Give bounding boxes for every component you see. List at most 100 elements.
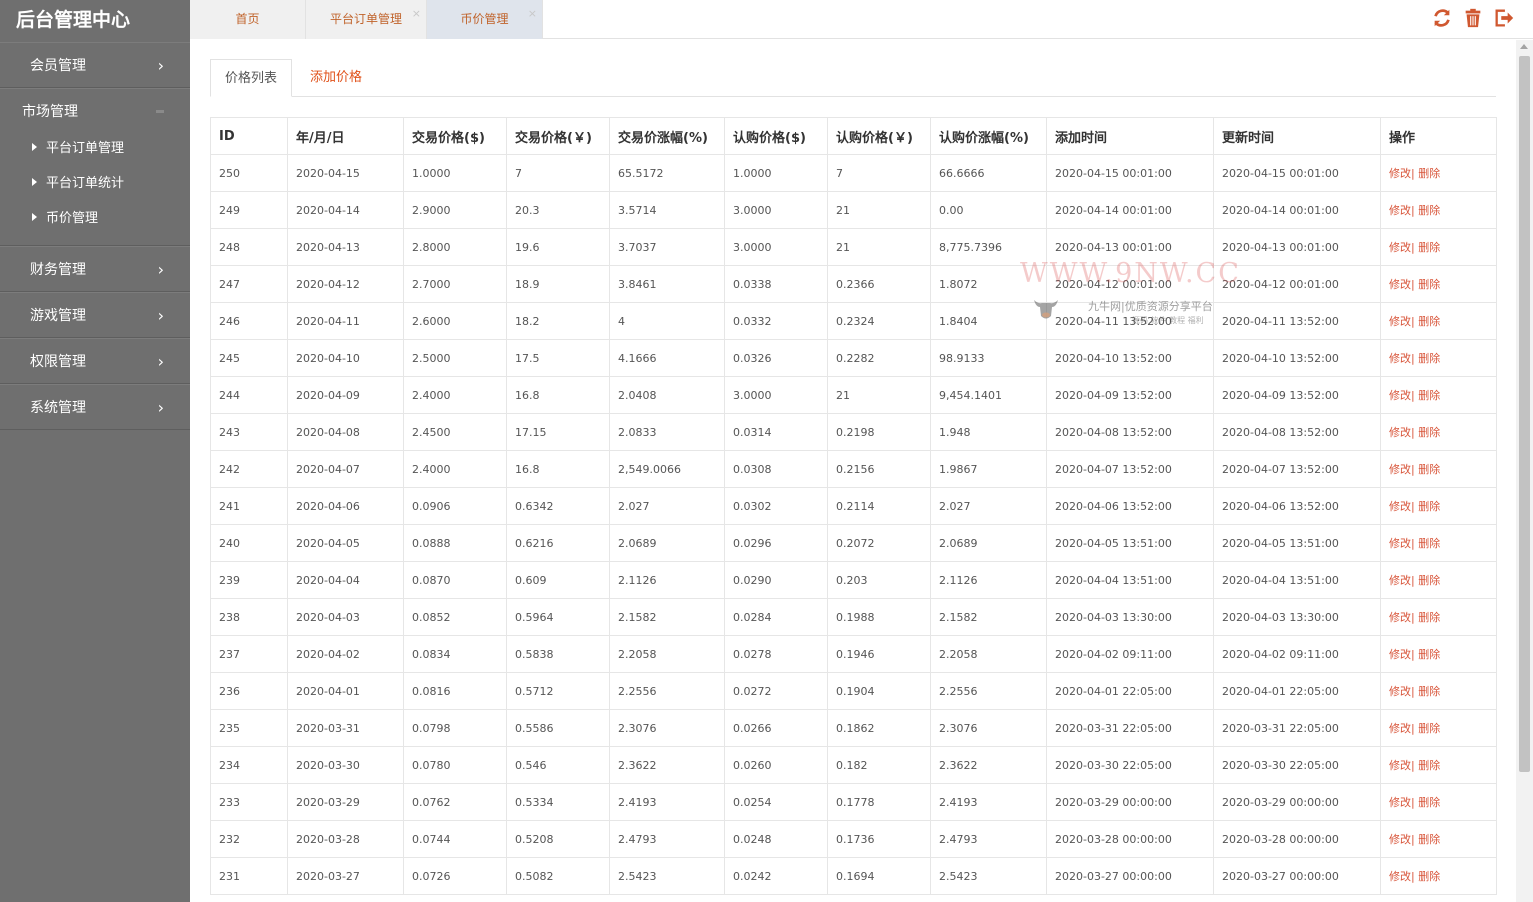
sidebar-subitem-order-stats[interactable]: 平台订单统计: [0, 169, 190, 204]
sidebar-item-system[interactable]: 系统管理 ›: [0, 384, 190, 430]
table-cell: 2020-04-03: [287, 598, 404, 636]
table-cell: 238: [210, 598, 288, 636]
scroll-up-icon[interactable]: [1520, 44, 1528, 49]
delete-link[interactable]: 删除: [1415, 278, 1440, 291]
table-cell: 2020-04-01 22:05:00: [1046, 672, 1214, 710]
table-cell: 0.0314: [724, 413, 828, 451]
close-icon[interactable]: ×: [412, 0, 421, 33]
logout-icon[interactable]: [1493, 7, 1515, 29]
tab-price-management[interactable]: 币价管理 ×: [427, 0, 543, 39]
refresh-icon[interactable]: [1431, 7, 1453, 29]
table-cell: 0.5586: [506, 709, 610, 747]
delete-link[interactable]: 删除: [1415, 389, 1440, 402]
edit-link[interactable]: 修改|: [1389, 389, 1415, 402]
edit-link[interactable]: 修改|: [1389, 574, 1415, 587]
sidebar-item-finance[interactable]: 财务管理 ›: [0, 246, 190, 292]
column-header: 交易价格($): [403, 117, 507, 155]
table-cell: 2020-04-08 13:52:00: [1046, 413, 1214, 451]
table-cell: 7: [827, 154, 931, 192]
sidebar-subitem-label: 币价管理: [46, 211, 99, 226]
table-cell: 2020-04-05 13:51:00: [1046, 524, 1214, 562]
table-cell: 2020-04-10: [287, 339, 404, 377]
edit-link[interactable]: 修改|: [1389, 759, 1415, 772]
delete-link[interactable]: 删除: [1415, 574, 1440, 587]
delete-link[interactable]: 删除: [1415, 648, 1440, 661]
close-icon[interactable]: ×: [528, 0, 537, 33]
delete-link[interactable]: 删除: [1415, 870, 1440, 883]
delete-link[interactable]: 删除: [1415, 833, 1440, 846]
edit-link[interactable]: 修改|: [1389, 278, 1415, 291]
app-title: 后台管理中心: [16, 9, 131, 31]
edit-link[interactable]: 修改|: [1389, 685, 1415, 698]
table-cell: 0.2282: [827, 339, 931, 377]
edit-link[interactable]: 修改|: [1389, 315, 1415, 328]
table-cell: 2.4193: [609, 783, 725, 821]
delete-link[interactable]: 删除: [1415, 685, 1440, 698]
sidebar-item-games[interactable]: 游戏管理 ›: [0, 292, 190, 338]
delete-link[interactable]: 删除: [1415, 204, 1440, 217]
subtab-add-price[interactable]: 添加价格: [306, 59, 366, 97]
delete-link[interactable]: 删除: [1415, 241, 1440, 254]
table-cell: 0.182: [827, 746, 931, 784]
table-cell: 2.2556: [930, 672, 1047, 710]
table-row: 245 2020-04-10 2.5000 17.5 4.1666 0.0326 0.228…: [210, 339, 1497, 377]
delete-link[interactable]: 删除: [1415, 500, 1440, 513]
edit-link[interactable]: 修改|: [1389, 870, 1415, 883]
table-cell: 2020-03-29 00:00:00: [1213, 783, 1381, 821]
edit-link[interactable]: 修改|: [1389, 537, 1415, 550]
table-cell: 244: [210, 376, 288, 414]
delete-link[interactable]: 删除: [1415, 463, 1440, 476]
delete-link[interactable]: 删除: [1415, 315, 1440, 328]
delete-link[interactable]: 删除: [1415, 722, 1440, 735]
edit-link[interactable]: 修改|: [1389, 833, 1415, 846]
table-cell: 7: [506, 154, 610, 192]
table-cell: 234: [210, 746, 288, 784]
table-cell: 1.8404: [930, 302, 1047, 340]
table-cell: 236: [210, 672, 288, 710]
delete-link[interactable]: 删除: [1415, 759, 1440, 772]
vertical-scrollbar[interactable]: [1516, 40, 1533, 902]
table-cell: 2020-04-13 00:01:00: [1213, 228, 1381, 266]
edit-link[interactable]: 修改|: [1389, 204, 1415, 217]
scrollbar-thumb[interactable]: [1519, 56, 1530, 772]
table-cell: 2020-03-31 22:05:00: [1213, 709, 1381, 747]
edit-link[interactable]: 修改|: [1389, 796, 1415, 809]
table-cell: 2.4000: [403, 376, 507, 414]
delete-link[interactable]: 删除: [1415, 611, 1440, 624]
sidebar-item-label: 系统管理: [30, 400, 86, 416]
edit-link[interactable]: 修改|: [1389, 167, 1415, 180]
table-cell: 0.1904: [827, 672, 931, 710]
sidebar-subitem-platform-orders[interactable]: 平台订单管理: [0, 134, 190, 169]
edit-link[interactable]: 修改|: [1389, 463, 1415, 476]
table-cell: 231: [210, 857, 288, 895]
sidebar-item-members[interactable]: 会员管理 ›: [0, 42, 190, 88]
edit-link[interactable]: 修改|: [1389, 611, 1415, 624]
table-row: 235 2020-03-31 0.0798 0.5586 2.3076 0.0266 0.1…: [210, 709, 1497, 747]
delete-link[interactable]: 删除: [1415, 537, 1440, 550]
sidebar-item-permissions[interactable]: 权限管理 ›: [0, 338, 190, 384]
edit-link[interactable]: 修改|: [1389, 426, 1415, 439]
collapse-icon: [156, 110, 164, 113]
delete-link[interactable]: 删除: [1415, 796, 1440, 809]
table-cell: 1.0000: [724, 154, 828, 192]
delete-link[interactable]: 删除: [1415, 167, 1440, 180]
edit-link[interactable]: 修改|: [1389, 500, 1415, 513]
table-cell: 2020-03-31: [287, 709, 404, 747]
trash-icon[interactable]: [1462, 7, 1484, 29]
sidebar-item-market[interactable]: 市场管理: [0, 88, 190, 134]
tab-home[interactable]: 首页: [190, 0, 306, 39]
tab-platform-orders[interactable]: 平台订单管理 ×: [306, 0, 427, 39]
delete-link[interactable]: 删除: [1415, 426, 1440, 439]
sidebar-subitem-price[interactable]: 币价管理: [0, 204, 190, 239]
action-cell: 修改| 删除: [1380, 820, 1497, 858]
table-cell: 2.3622: [930, 746, 1047, 784]
table-cell: 242: [210, 450, 288, 488]
subtab-price-list[interactable]: 价格列表: [210, 59, 292, 97]
table-cell: 0.0290: [724, 561, 828, 599]
edit-link[interactable]: 修改|: [1389, 241, 1415, 254]
edit-link[interactable]: 修改|: [1389, 722, 1415, 735]
edit-link[interactable]: 修改|: [1389, 648, 1415, 661]
table-cell: 98.9133: [930, 339, 1047, 377]
edit-link[interactable]: 修改|: [1389, 352, 1415, 365]
delete-link[interactable]: 删除: [1415, 352, 1440, 365]
